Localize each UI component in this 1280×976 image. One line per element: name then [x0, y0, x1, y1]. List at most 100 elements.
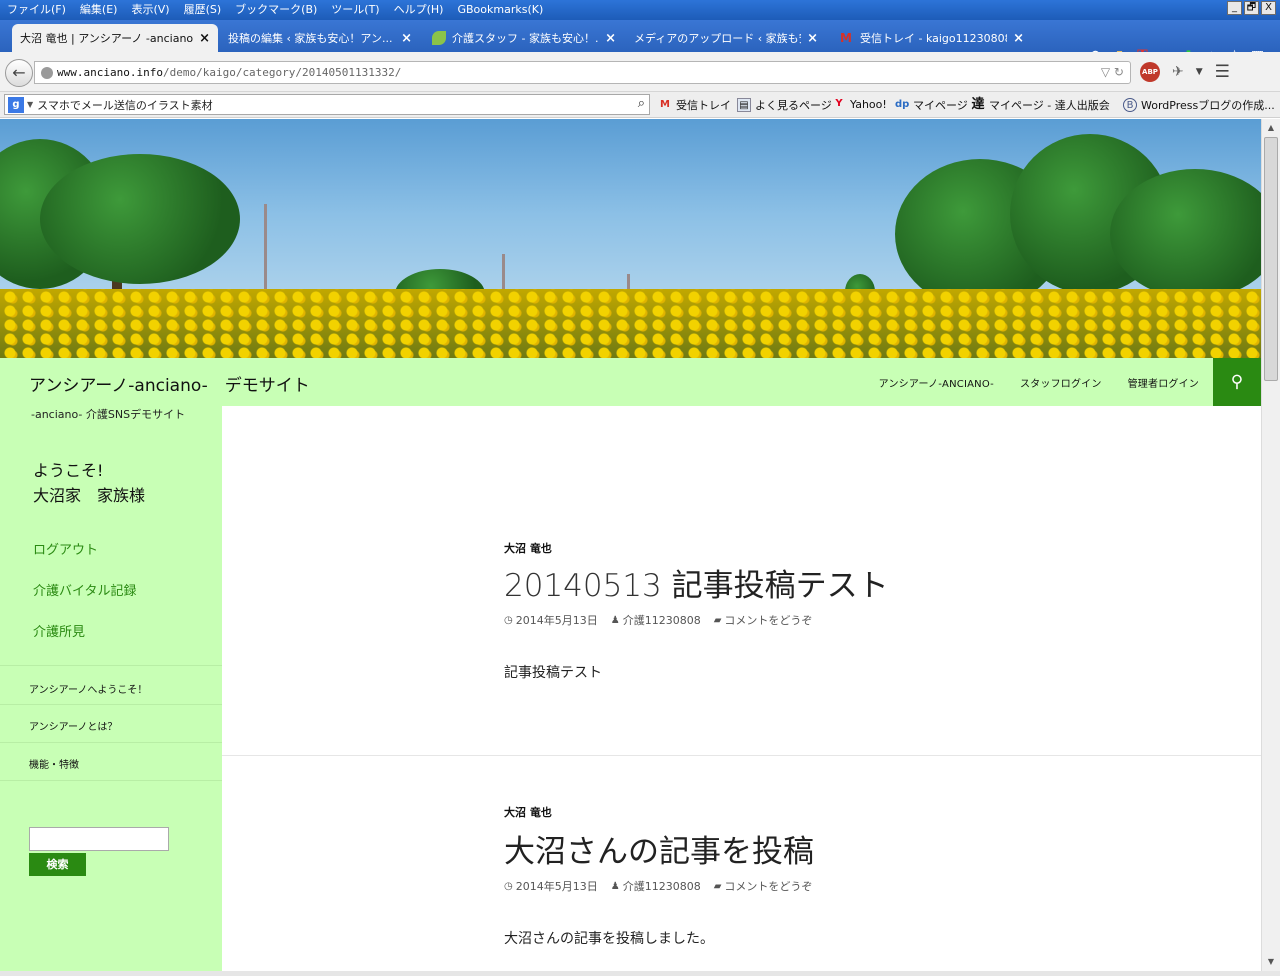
restore-button[interactable]: 🗗 — [1244, 1, 1259, 15]
menu-tools[interactable]: ツール(T) — [324, 0, 386, 20]
close-icon[interactable]: × — [401, 31, 412, 46]
tab-media-upload[interactable]: メディアのアップロード ‹ 家族も安... × — [626, 24, 826, 52]
title-text: 大沼さんの記事を投稿 — [504, 834, 814, 870]
scroll-up-arrow-icon[interactable]: ▲ — [1264, 121, 1278, 135]
scroll-down-arrow-icon[interactable]: ▼ — [1264, 955, 1278, 969]
close-icon[interactable]: × — [605, 31, 616, 46]
yahoo-icon: Y — [835, 98, 843, 109]
search-input[interactable]: スマホでメール送信のイラスト素材 — [37, 97, 212, 113]
tab-label: 受信トレイ - kaigo11230808... — [860, 32, 1008, 45]
sidebar: -anciano- 介護SNSデモサイト ようこそ! 大沼家 家族様 ログアウト… — [0, 406, 222, 971]
post-user[interactable]: 介護11230808 — [623, 612, 701, 628]
article-title[interactable]: 20140513 記事投稿テスト — [504, 560, 889, 605]
tab-edit-post[interactable]: 投稿の編集 ‹ 家族も安心！アン... × — [220, 24, 420, 52]
globe-icon — [41, 66, 53, 79]
page-link-welcome[interactable]: アンシアーノへようこそ！ — [29, 681, 147, 696]
title-number: 20140513 — [504, 568, 662, 604]
comment-link[interactable]: コメントをどうぞ — [724, 878, 812, 894]
bookmark-wordpress[interactable]: B WordPressブログの作成... — [1123, 97, 1275, 113]
vital-record-link[interactable]: 介護バイタル記録 — [33, 580, 136, 599]
care-findings-link[interactable]: 介護所見 — [33, 621, 85, 640]
header-image — [0, 119, 1261, 358]
reload-icon[interactable]: ▽ ↻ — [1101, 65, 1124, 79]
article-title[interactable]: 大沼さんの記事を投稿 — [504, 826, 814, 871]
nav-item-admin-login[interactable]: 管理者ログイン — [1128, 375, 1199, 390]
bookmark-label: よく見るページ — [755, 99, 832, 112]
post-user[interactable]: 介護11230808 — [623, 878, 701, 894]
status-bar — [0, 971, 1280, 976]
tab-active[interactable]: 大沼 竜也 | アンシアーノ -anciano... × — [12, 24, 218, 52]
tab-bar: 大沼 竜也 | アンシアーノ -anciano... × 投稿の編集 ‹ 家族も… — [0, 20, 1280, 69]
page-link-about[interactable]: アンシアーノとは？ — [29, 718, 117, 733]
article-body: 大沼さんの記事を投稿しました。 — [504, 931, 714, 947]
bookmark-tatsujin[interactable]: 達 マイページ - 達人出版会 — [971, 97, 1110, 113]
search-input[interactable] — [29, 827, 169, 851]
nav-item-staff-login[interactable]: スタッフログイン — [1020, 375, 1102, 390]
search-icon[interactable]: ⌕ — [638, 96, 645, 111]
menu-view[interactable]: 表示(V) — [124, 0, 176, 20]
divider — [0, 704, 222, 705]
article-author[interactable]: 大沼 竜也 — [504, 804, 552, 820]
search-bar[interactable]: g ▼ スマホでメール送信のイラスト素材 ⌕ — [4, 94, 650, 115]
leaf-icon — [432, 31, 446, 45]
welcome-message: ようこそ! 大沼家 家族様 — [33, 458, 145, 508]
site-title[interactable]: アンシアーノ-anciano- デモサイト — [29, 371, 310, 396]
page-link-features[interactable]: 機能・特徴 — [29, 756, 79, 771]
minimize-button[interactable]: _ — [1227, 1, 1242, 15]
back-button[interactable]: ← — [5, 59, 33, 87]
wordpress-icon: B — [1123, 98, 1137, 112]
article-body: 記事投稿テスト — [504, 665, 602, 681]
logout-link[interactable]: ログアウト — [33, 539, 98, 558]
search-toggle-button[interactable]: ⚲ — [1213, 358, 1261, 406]
page-icon: ▤ — [737, 98, 751, 112]
bookmark-yahoo[interactable]: Y Yahoo! — [832, 97, 887, 111]
bookmark-label: Yahoo! — [850, 97, 887, 111]
menu-help[interactable]: ヘルプ(H) — [387, 0, 451, 20]
article-meta: ◷ 2014年5月13日 ♟ 介護11230808 ▰ コメントをどうぞ — [504, 878, 825, 894]
site-header: アンシアーノ-anciano- デモサイト アンシアーノ-ANCIANO- スタ… — [0, 358, 1261, 406]
post-date[interactable]: 2014年5月13日 — [516, 612, 598, 628]
chevron-down-icon[interactable]: ▼ — [1196, 67, 1203, 77]
tatsujin-icon: 達 — [971, 97, 985, 112]
tab-care-staff[interactable]: 介護スタッフ - 家族も安心！... × — [424, 24, 624, 52]
tab-label: メディアのアップロード ‹ 家族も安... — [634, 32, 801, 45]
close-icon[interactable]: × — [199, 31, 210, 46]
comment-link[interactable]: コメントをどうぞ — [724, 612, 812, 628]
article-meta: ◷ 2014年5月13日 ♟ 介護11230808 ▰ コメントをどうぞ — [504, 612, 825, 628]
site-description: -anciano- 介護SNSデモサイト — [31, 408, 186, 421]
article-author[interactable]: 大沼 竜也 — [504, 540, 552, 556]
tab-label: 投稿の編集 ‹ 家族も安心！アン... — [228, 32, 393, 45]
dp-icon: dp — [895, 99, 910, 110]
scroll-thumb[interactable] — [1264, 137, 1278, 381]
scrollbar[interactable]: ▲ ▼ — [1261, 119, 1280, 971]
close-window-button[interactable]: X — [1261, 1, 1276, 15]
bookmark-mypage[interactable]: dp マイページ — [895, 97, 968, 113]
post-date[interactable]: 2014年5月13日 — [516, 878, 598, 894]
google-icon: g — [8, 96, 24, 113]
comment-icon: ▰ — [713, 880, 722, 892]
chevron-down-icon[interactable]: ▼ — [27, 100, 33, 109]
menu-bookmarks[interactable]: ブックマーク(B) — [228, 0, 324, 20]
welcome-line: ようこそ! — [33, 461, 104, 480]
search-button[interactable]: 検索 — [29, 853, 86, 876]
hamburger-menu-icon[interactable]: ☰ — [1215, 62, 1230, 82]
url-bar[interactable]: www.anciano.info/demo/kaigo/category/201… — [34, 61, 1131, 84]
extension-icon[interactable]: ✈ — [1172, 64, 1184, 80]
window-controls: _ 🗗 X — [1227, 1, 1276, 15]
bookmark-most-visited[interactable]: ▤ よく見るページ — [737, 97, 832, 113]
bookmark-label: マイページ - 達人出版会 — [989, 99, 1110, 112]
menu-bar: ファイル(F) 編集(E) 表示(V) 履歴(S) ブックマーク(B) ツール(… — [0, 0, 1280, 20]
nav-item-anciano[interactable]: アンシアーノ-ANCIANO- — [879, 375, 994, 390]
bookmark-inbox[interactable]: M 受信トレイ — [658, 97, 731, 113]
article: 大沼 竜也 大沼さんの記事を投稿 ◷ 2014年5月13日 ♟ 介護112308… — [222, 756, 1261, 971]
close-icon[interactable]: × — [1013, 31, 1024, 46]
menu-edit[interactable]: 編集(E) — [73, 0, 125, 20]
divider — [0, 780, 222, 781]
menu-history[interactable]: 履歴(S) — [177, 0, 229, 20]
menu-gbookmarks[interactable]: GBookmarks(K) — [450, 0, 550, 20]
adblock-icon[interactable]: ABP — [1140, 62, 1160, 82]
tab-gmail-inbox[interactable]: M 受信トレイ - kaigo11230808... × — [832, 24, 1032, 52]
navigation-bar: ← www.anciano.info/demo/kaigo/category/2… — [0, 52, 1280, 92]
close-icon[interactable]: × — [807, 31, 818, 46]
menu-file[interactable]: ファイル(F) — [0, 0, 73, 20]
